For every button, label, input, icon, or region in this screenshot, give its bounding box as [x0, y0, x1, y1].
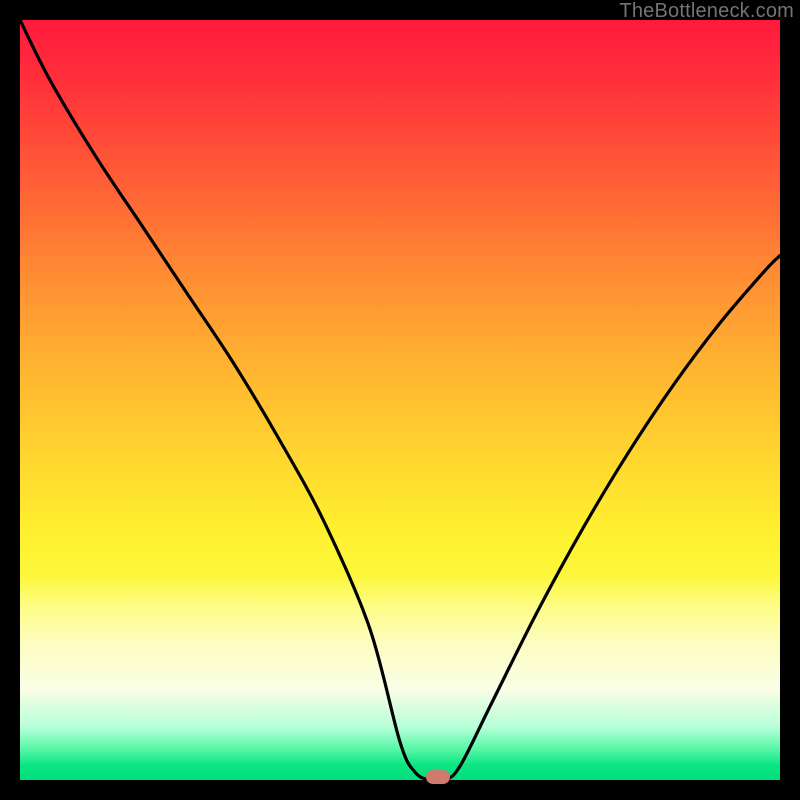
- plot-area: [20, 20, 780, 780]
- chart-frame: TheBottleneck.com: [0, 0, 800, 800]
- minimum-marker: [426, 770, 450, 784]
- bottleneck-curve: [20, 20, 780, 780]
